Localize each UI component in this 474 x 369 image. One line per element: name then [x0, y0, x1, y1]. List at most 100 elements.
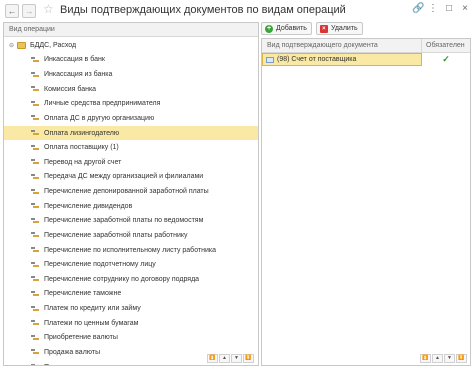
tree-item-label: Инкассация из банка — [44, 71, 113, 79]
tree-item-label: Продажа валюты — [44, 348, 101, 356]
operation-icon — [31, 56, 39, 63]
tree-item[interactable]: Инкассация из банка — [4, 67, 258, 82]
scroll-first-button[interactable]: ⏫ — [207, 354, 218, 363]
operation-icon — [31, 86, 39, 92]
chevron-down-icon[interactable]: ⊖ — [9, 42, 17, 49]
table-row[interactable]: (98) Счет от поставщика ✓ — [262, 53, 470, 66]
tree-item-label: Платежи по ценным бумагам — [44, 319, 139, 327]
tree-item[interactable]: Оплата поставщику (1) — [4, 140, 258, 155]
operations-tree-panel: Вид операции ⊖ БДДС, Расход Инкассация в… — [3, 22, 259, 366]
link-icon[interactable]: 🔗 — [412, 4, 424, 14]
operation-icon — [31, 276, 39, 282]
operation-icon — [31, 261, 39, 268]
required-cell[interactable]: ✓ — [422, 55, 470, 64]
tree-item-label: Перечисление сотруднику по договору подр… — [44, 275, 200, 283]
tree-item[interactable]: Инкассация в банк — [4, 53, 258, 68]
folder-icon — [17, 41, 26, 49]
add-button[interactable]: + Добавить — [261, 22, 312, 35]
tree-item[interactable]: Перечисление сотруднику по договору подр… — [4, 272, 258, 287]
scroll-last-button[interactable]: ⏬ — [243, 354, 254, 363]
tree-item-label: Прочее списание — [44, 364, 100, 365]
tree-item-label: Перечисление депонированной заработной п… — [44, 188, 209, 196]
tree-item-label: Оплата лизингодателю — [44, 129, 120, 137]
operation-icon — [31, 115, 39, 121]
tree-item[interactable]: Перевод на другой счет — [4, 155, 258, 170]
delete-icon: × — [319, 24, 328, 33]
scroll-last-button[interactable]: ⏬ — [456, 354, 467, 363]
tree-item[interactable]: Платеж по кредиту или займу — [4, 301, 258, 316]
scroll-up-button[interactable]: ▲ — [219, 354, 230, 363]
operation-icon — [31, 173, 39, 180]
tree-item[interactable]: Перечисление депонированной заработной п… — [4, 184, 258, 199]
tree-item[interactable]: Перечисление подотчетному лицу — [4, 257, 258, 272]
page-title: Виды подтверждающих документов по видам … — [60, 4, 346, 16]
tree-item-label: Перечисление дивидендов — [44, 202, 133, 210]
add-icon: + — [265, 24, 273, 33]
documents-table-header: Вид подтверждающего документа Обязателен — [262, 39, 470, 53]
tree-item[interactable]: Оплата ДС в другую организацию — [4, 111, 258, 126]
operation-icon — [31, 364, 39, 365]
scroll-up-button[interactable]: ▲ — [432, 354, 443, 363]
tree-root[interactable]: ⊖ БДДС, Расход — [4, 38, 258, 53]
tree-item-label: Личные средства предпринимателя — [44, 100, 161, 108]
document-cell[interactable]: (98) Счет от поставщика — [262, 53, 422, 66]
checkmark-icon: ✓ — [442, 54, 450, 64]
tree-item-label: Передача ДС между организацией и филиала… — [44, 173, 204, 181]
operation-icon — [31, 217, 39, 224]
tree-item-label: Перечисление подотчетному лицу — [44, 261, 156, 269]
tree-item-label: Перечисление таможне — [44, 290, 122, 298]
scroll-down-button[interactable]: ▼ — [231, 354, 242, 363]
required-column-header[interactable]: Обязателен — [422, 39, 470, 52]
operations-tree: ⊖ БДДС, Расход Инкассация в банк Инкассац… — [4, 38, 258, 365]
tree-item-label: Перевод на другой счет — [44, 158, 122, 166]
tree-item-label: Перечисление заработной платы по ведомос… — [44, 217, 204, 225]
tree-item[interactable]: Личные средства предпринимателя — [4, 97, 258, 112]
tree-item[interactable]: Перечисление дивидендов — [4, 199, 258, 214]
operation-icon — [31, 232, 39, 238]
back-button[interactable]: ← — [5, 4, 19, 18]
operation-icon — [31, 100, 39, 107]
more-vertical-icon[interactable]: ⋮ — [428, 4, 438, 14]
tree-item-label: Инкассация в банк — [44, 56, 105, 64]
operation-icon — [31, 188, 39, 195]
tree-item-label: Оплата поставщику (1) — [44, 144, 119, 152]
tree-item-label: Оплата ДС в другую организацию — [44, 114, 155, 122]
tree-item[interactable]: Приобретение валюты — [4, 331, 258, 346]
tree-item[interactable]: Комиссия банка — [4, 82, 258, 97]
tree-item[interactable]: Платежи по ценным бумагам — [4, 316, 258, 331]
operation-icon — [31, 130, 39, 136]
toolbar: + Добавить × Удалить — [261, 22, 363, 35]
tree-item[interactable]: Оплата лизингодателю — [4, 125, 258, 141]
delete-button[interactable]: × Удалить — [315, 22, 363, 35]
operation-icon — [31, 144, 39, 151]
maximize-icon[interactable]: □ — [444, 4, 454, 14]
operation-icon — [31, 290, 39, 297]
operation-icon — [31, 349, 39, 355]
operation-icon — [31, 320, 39, 326]
scroll-first-button[interactable]: ⏫ — [420, 354, 431, 363]
forward-button[interactable]: → — [22, 4, 36, 18]
arrow-left-icon: ← — [7, 5, 17, 16]
document-column-header[interactable]: Вид подтверждающего документа — [262, 39, 422, 52]
tree-item[interactable]: Перечисление по исполнительному листу ра… — [4, 243, 258, 258]
document-cell-text: (98) Счет от поставщика — [277, 56, 357, 63]
tree-item[interactable]: Перечисление заработной платы по ведомос… — [4, 214, 258, 229]
scroll-down-button[interactable]: ▼ — [444, 354, 455, 363]
operation-icon — [31, 305, 39, 312]
document-icon — [266, 56, 274, 63]
delete-button-label: Удалить — [330, 25, 358, 32]
tree-item[interactable]: Перечисление таможне — [4, 287, 258, 302]
operation-icon — [31, 247, 39, 253]
add-button-label: Добавить — [276, 25, 307, 32]
star-icon[interactable]: ☆ — [43, 3, 54, 15]
tree-item-label: Платеж по кредиту или займу — [44, 305, 141, 313]
tree-item[interactable]: Передача ДС между организацией и филиала… — [4, 170, 258, 185]
close-icon[interactable]: × — [460, 4, 470, 14]
operation-icon — [31, 71, 39, 78]
tree-item[interactable]: Перечисление заработной платы работнику — [4, 228, 258, 243]
documents-table-panel: Вид подтверждающего документа Обязателен… — [261, 38, 471, 366]
tree-item-label: Комиссия банка — [44, 85, 97, 93]
tree-item-label: Приобретение валюты — [44, 334, 118, 342]
operations-column-header[interactable]: Вид операции — [4, 23, 258, 37]
operation-icon — [31, 159, 39, 165]
